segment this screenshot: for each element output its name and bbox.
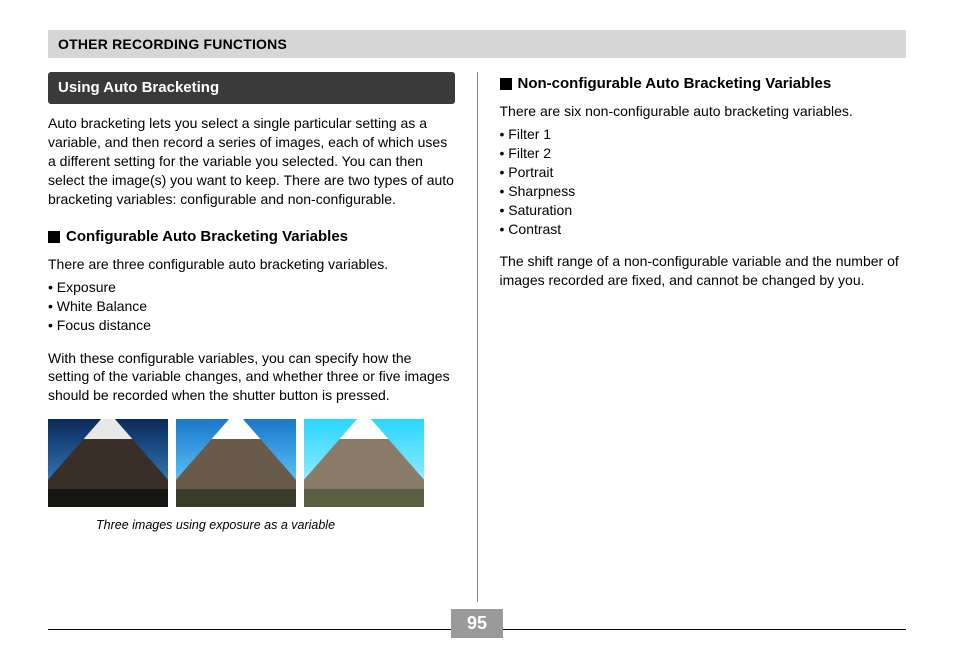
subheading-configurable-text: Configurable Auto Bracketing Variables (66, 227, 348, 247)
list-item: • Filter 2 (500, 144, 907, 163)
square-bullet-icon (48, 231, 60, 243)
page-footer: 95 (48, 606, 906, 632)
list-item: • Saturation (500, 201, 907, 220)
square-bullet-icon (500, 78, 512, 90)
topic-heading: Using Auto Bracketing (48, 72, 455, 104)
nonconfigurable-lead: There are six non-configurable auto brac… (500, 102, 907, 121)
subheading-nonconfigurable-text: Non-configurable Auto Bracketing Variabl… (518, 74, 832, 94)
configurable-lead: There are three configurable auto bracke… (48, 255, 455, 274)
list-item: • White Balance (48, 297, 455, 316)
nonconfigurable-after: The shift range of a non-configurable va… (500, 252, 907, 290)
subheading-nonconfigurable: Non-configurable Auto Bracketing Variabl… (500, 74, 907, 94)
list-item: • Portrait (500, 163, 907, 182)
section-header: OTHER RECORDING FUNCTIONS (48, 30, 906, 58)
page-number: 95 (451, 609, 503, 638)
example-image-dark (48, 419, 168, 507)
list-item: • Focus distance (48, 316, 455, 335)
list-item: • Exposure (48, 278, 455, 297)
list-item: • Sharpness (500, 182, 907, 201)
image-caption: Three images using exposure as a variabl… (48, 517, 455, 534)
example-image-normal (176, 419, 296, 507)
left-column: Using Auto Bracketing Auto bracketing le… (48, 72, 477, 602)
list-item: • Filter 1 (500, 125, 907, 144)
right-column: Non-configurable Auto Bracketing Variabl… (478, 72, 907, 602)
configurable-after: With these configurable variables, you c… (48, 349, 455, 406)
example-images-row (48, 419, 455, 507)
subheading-configurable: Configurable Auto Bracketing Variables (48, 227, 455, 247)
list-item: • Contrast (500, 220, 907, 239)
example-image-bright (304, 419, 424, 507)
two-column-layout: Using Auto Bracketing Auto bracketing le… (48, 72, 906, 602)
intro-paragraph: Auto bracketing lets you select a single… (48, 114, 455, 208)
